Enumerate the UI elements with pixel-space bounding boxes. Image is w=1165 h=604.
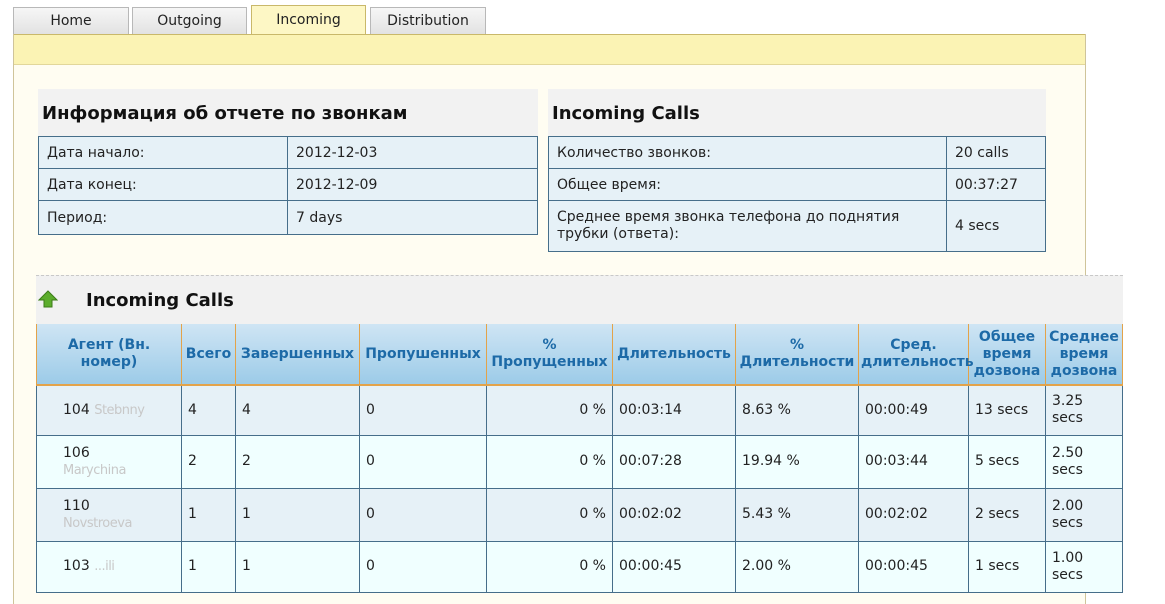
duration-cell: 00:02:02: [612, 487, 736, 542]
incoming-summary-row: Количество звонков: 20 calls: [548, 136, 1046, 169]
avg-duration-cell: 00:02:02: [858, 487, 969, 542]
agent-name: ...ili: [94, 559, 115, 574]
tab-home[interactable]: Home: [13, 7, 129, 34]
total-cell: 2: [181, 434, 236, 489]
report-info-label: Дата конец:: [38, 168, 288, 201]
avg-ring-cell: 1.00 secs: [1045, 540, 1123, 593]
duration-cell: 00:00:45: [612, 540, 736, 593]
column-header[interactable]: % Длительности: [735, 324, 859, 386]
total-ring-cell: 1 secs: [968, 540, 1046, 593]
duration-cell: 00:07:28: [612, 434, 736, 489]
total-ring-cell: 5 secs: [968, 434, 1046, 489]
table-row: 104 Stebnny 4 4 0 0 % 00:03:14 8.63 % 00…: [36, 384, 1123, 436]
incoming-summary-row: Общее время: 00:37:27: [548, 168, 1046, 201]
completed-cell: 1: [235, 487, 360, 542]
incoming-summary-value: 20 calls: [946, 136, 1046, 169]
missed-cell: 0: [359, 434, 487, 489]
table-row: 103 ...ili 1 1 0 0 % 00:00:45 2.00 % 00:…: [36, 540, 1123, 593]
tab-outgoing[interactable]: Outgoing: [132, 7, 247, 34]
incoming-calls-title: Incoming Calls: [86, 290, 234, 311]
agent-name: Marychina: [63, 462, 126, 478]
column-header[interactable]: Общее время дозвона: [968, 324, 1046, 386]
agent-cell[interactable]: 110 Novstroeva: [36, 487, 182, 542]
total-ring-cell: 13 secs: [968, 384, 1046, 436]
incoming-calls-section: Incoming Calls Агент (Вн. номер) Всего З…: [36, 275, 1123, 593]
completed-cell: 4: [235, 384, 360, 436]
agent-number[interactable]: 106: [63, 445, 175, 462]
column-header[interactable]: % Пропущенных: [486, 324, 613, 386]
tab-incoming[interactable]: Incoming: [251, 5, 366, 35]
agent-name: Stebnny: [94, 402, 145, 418]
total-cell: 1: [181, 487, 236, 542]
duration-cell: 00:03:14: [612, 384, 736, 436]
total-ring-cell: 2 secs: [968, 487, 1046, 542]
green-up-arrow-icon[interactable]: [38, 290, 58, 308]
incoming-summary-box: Incoming Calls Количество звонков: 20 ca…: [548, 89, 1046, 252]
report-info-label: Дата начало:: [38, 136, 288, 169]
report-info-title: Информация об отчете по звонкам: [38, 89, 538, 136]
agent-cell[interactable]: 104 Stebnny: [36, 384, 182, 436]
incoming-summary-label: Количество звонков:: [548, 136, 947, 169]
agent-number[interactable]: 104: [63, 402, 90, 418]
total-cell: 4: [181, 384, 236, 436]
column-header[interactable]: Завершенных: [235, 324, 360, 386]
column-header[interactable]: Агент (Вн. номер): [36, 324, 182, 386]
duration-pct-cell: 8.63 %: [735, 384, 859, 436]
incoming-summary-value: 4 secs: [946, 200, 1046, 252]
column-header[interactable]: Среднее время дозвона: [1045, 324, 1123, 386]
agent-name: Novstroeva: [63, 515, 132, 531]
duration-pct-cell: 5.43 %: [735, 487, 859, 542]
incoming-summary-label: Общее время:: [548, 168, 947, 201]
total-cell: 1: [181, 540, 236, 593]
duration-pct-cell: 2.00 %: [735, 540, 859, 593]
panel-header-band: [14, 34, 1085, 65]
completed-cell: 1: [235, 540, 360, 593]
completed-cell: 2: [235, 434, 360, 489]
missed-pct-cell: 0 %: [486, 434, 613, 489]
table-row: 106 Marychina 2 2 0 0 % 00:07:28 19.94 % …: [36, 434, 1123, 489]
report-info-row: Дата начало: 2012-12-03: [38, 136, 538, 169]
avg-ring-cell: 2.00 secs: [1045, 487, 1123, 542]
report-info-label: Период:: [38, 200, 288, 235]
missed-cell: 0: [359, 487, 487, 542]
avg-duration-cell: 00:00:45: [858, 540, 969, 593]
column-header[interactable]: Длительность: [612, 324, 736, 386]
incoming-summary-title: Incoming Calls: [548, 89, 1046, 136]
incoming-summary-label: Среднее время звонка телефона до подняти…: [548, 200, 947, 252]
report-info-table: Дата начало: 2012-12-03 Дата конец: 2012…: [38, 136, 538, 235]
agent-number[interactable]: 110: [63, 498, 175, 515]
agent-cell[interactable]: 106 Marychina: [36, 434, 182, 489]
agent-number[interactable]: 103: [63, 558, 90, 574]
tab-distribution[interactable]: Distribution: [370, 7, 486, 34]
agent-cell[interactable]: 103 ...ili: [36, 540, 182, 593]
report-info-value: 2012-12-03: [287, 136, 538, 169]
incoming-summary-row: Среднее время звонка телефона до подняти…: [548, 200, 1046, 252]
incoming-calls-header: Incoming Calls: [36, 275, 1123, 324]
column-header[interactable]: Сред. длительность: [858, 324, 974, 386]
table-row: 110 Novstroeva 1 1 0 0 % 00:02:02 5.43 % …: [36, 487, 1123, 542]
incoming-summary-value: 00:37:27: [946, 168, 1046, 201]
report-info-box: Информация об отчете по звонкам Дата нач…: [38, 89, 538, 235]
incoming-calls-table: Агент (Вн. номер) Всего Завершенных Проп…: [36, 324, 1123, 593]
missed-pct-cell: 0 %: [486, 540, 613, 593]
duration-pct-cell: 19.94 %: [735, 434, 859, 489]
report-info-value: 7 days: [287, 200, 538, 235]
column-header[interactable]: Пропушенных: [359, 324, 487, 386]
missed-cell: 0: [359, 540, 487, 593]
avg-ring-cell: 2.50 secs: [1045, 434, 1123, 489]
missed-pct-cell: 0 %: [486, 487, 613, 542]
avg-duration-cell: 00:00:49: [858, 384, 969, 436]
report-info-value: 2012-12-09: [287, 168, 538, 201]
report-info-row: Период: 7 days: [38, 200, 538, 235]
missed-pct-cell: 0 %: [486, 384, 613, 436]
avg-ring-cell: 3.25 secs: [1045, 384, 1123, 436]
table-header-row: Агент (Вн. номер) Всего Завершенных Проп…: [36, 324, 1123, 386]
report-info-row: Дата конец: 2012-12-09: [38, 168, 538, 201]
column-header[interactable]: Всего: [181, 324, 236, 386]
avg-duration-cell: 00:03:44: [858, 434, 969, 489]
missed-cell: 0: [359, 384, 487, 436]
incoming-summary-table: Количество звонков: 20 calls Общее время…: [548, 136, 1046, 252]
